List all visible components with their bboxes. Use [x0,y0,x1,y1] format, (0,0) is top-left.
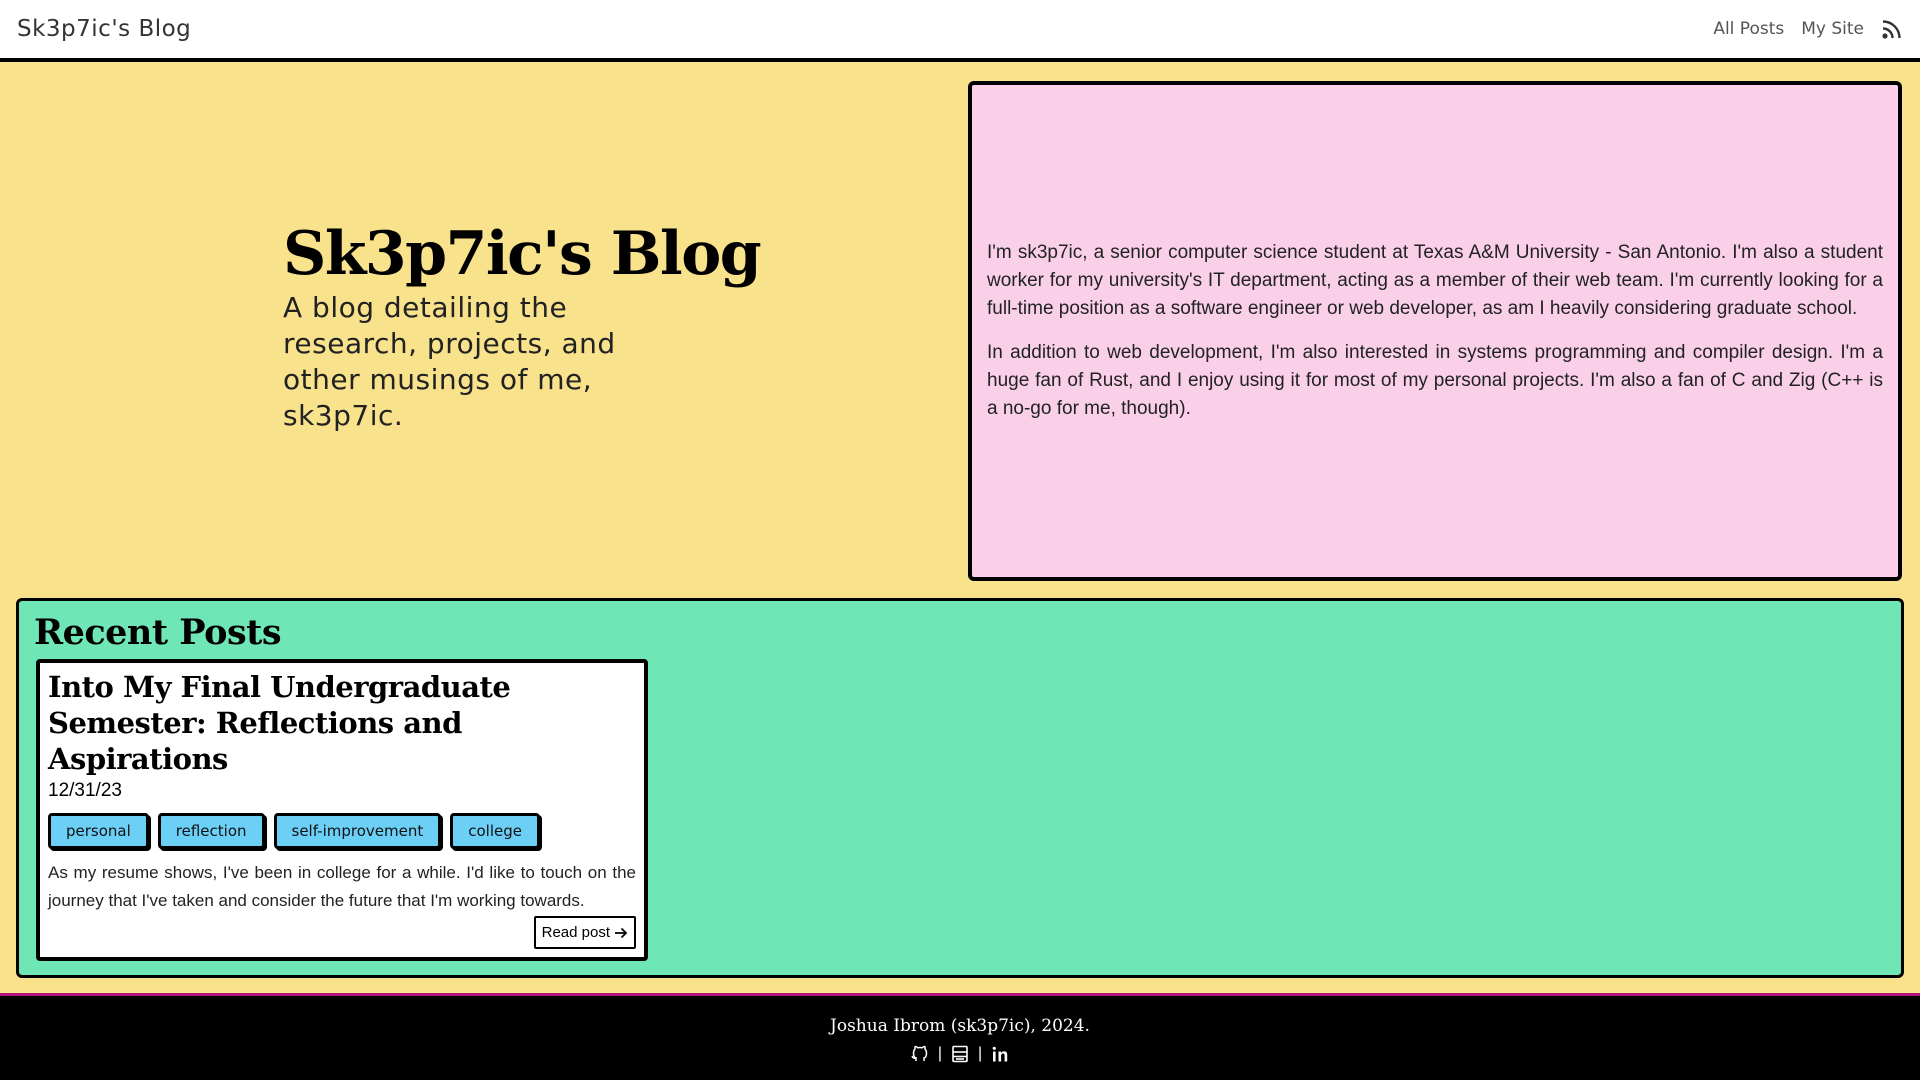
tag-reflection[interactable]: reflection [157,813,265,849]
post-tags: personal reflection self-improvement col… [48,813,636,849]
footer-icons: | | [910,1044,1010,1064]
linkedin-icon[interactable] [990,1044,1010,1064]
nav-link-all-posts[interactable]: All Posts [1713,19,1784,39]
brand-link[interactable]: Sk3p7ic's Blog [17,16,191,42]
hero: Sk3p7ic's Blog A blog detailing the rese… [283,218,762,434]
post-card: Into My Final Undergraduate Semester: Re… [36,659,648,961]
about-paragraph: I'm sk3p7ic, a senior computer science s… [987,242,1883,319]
post-title[interactable]: Into My Final Undergraduate Semester: Re… [48,669,636,777]
footer: Joshua Ibrom (sk3p7ic), 2024. | | [0,993,1920,1080]
hero-title: Sk3p7ic's Blog [283,219,762,289]
nav-links: All Posts My Site [1713,18,1903,40]
about-panel: I'm sk3p7ic, a senior computer science s… [968,81,1902,581]
hero-subtitle: A blog detailing the research, projects,… [283,291,616,432]
read-post-button[interactable]: Read post [533,916,636,949]
post-date: 12/31/23 [48,780,122,801]
read-post-label: Read post [541,924,610,941]
rss-icon[interactable] [1881,18,1903,40]
footer-copyright: Joshua Ibrom (sk3p7ic), 2024. [830,1016,1090,1036]
arrow-right-icon [615,927,628,938]
footer-separator: | [937,1045,942,1062]
post-excerpt: As my resume shows, I've been in college… [48,863,636,910]
tag-college[interactable]: college [450,813,540,849]
nav-link-my-site[interactable]: My Site [1801,19,1864,39]
tag-self-improvement[interactable]: self-improvement [273,813,442,849]
recent-posts-title: Recent Posts [34,612,282,653]
about-paragraph: In addition to web development, I'm also… [987,342,1883,419]
footer-separator: | [978,1045,983,1062]
navbar: Sk3p7ic's Blog All Posts My Site [0,0,1920,62]
recent-posts-section: Recent Posts Into My Final Undergraduate… [16,598,1904,978]
resume-icon[interactable] [950,1044,970,1064]
github-icon[interactable] [910,1044,930,1064]
tag-personal[interactable]: personal [48,813,149,849]
